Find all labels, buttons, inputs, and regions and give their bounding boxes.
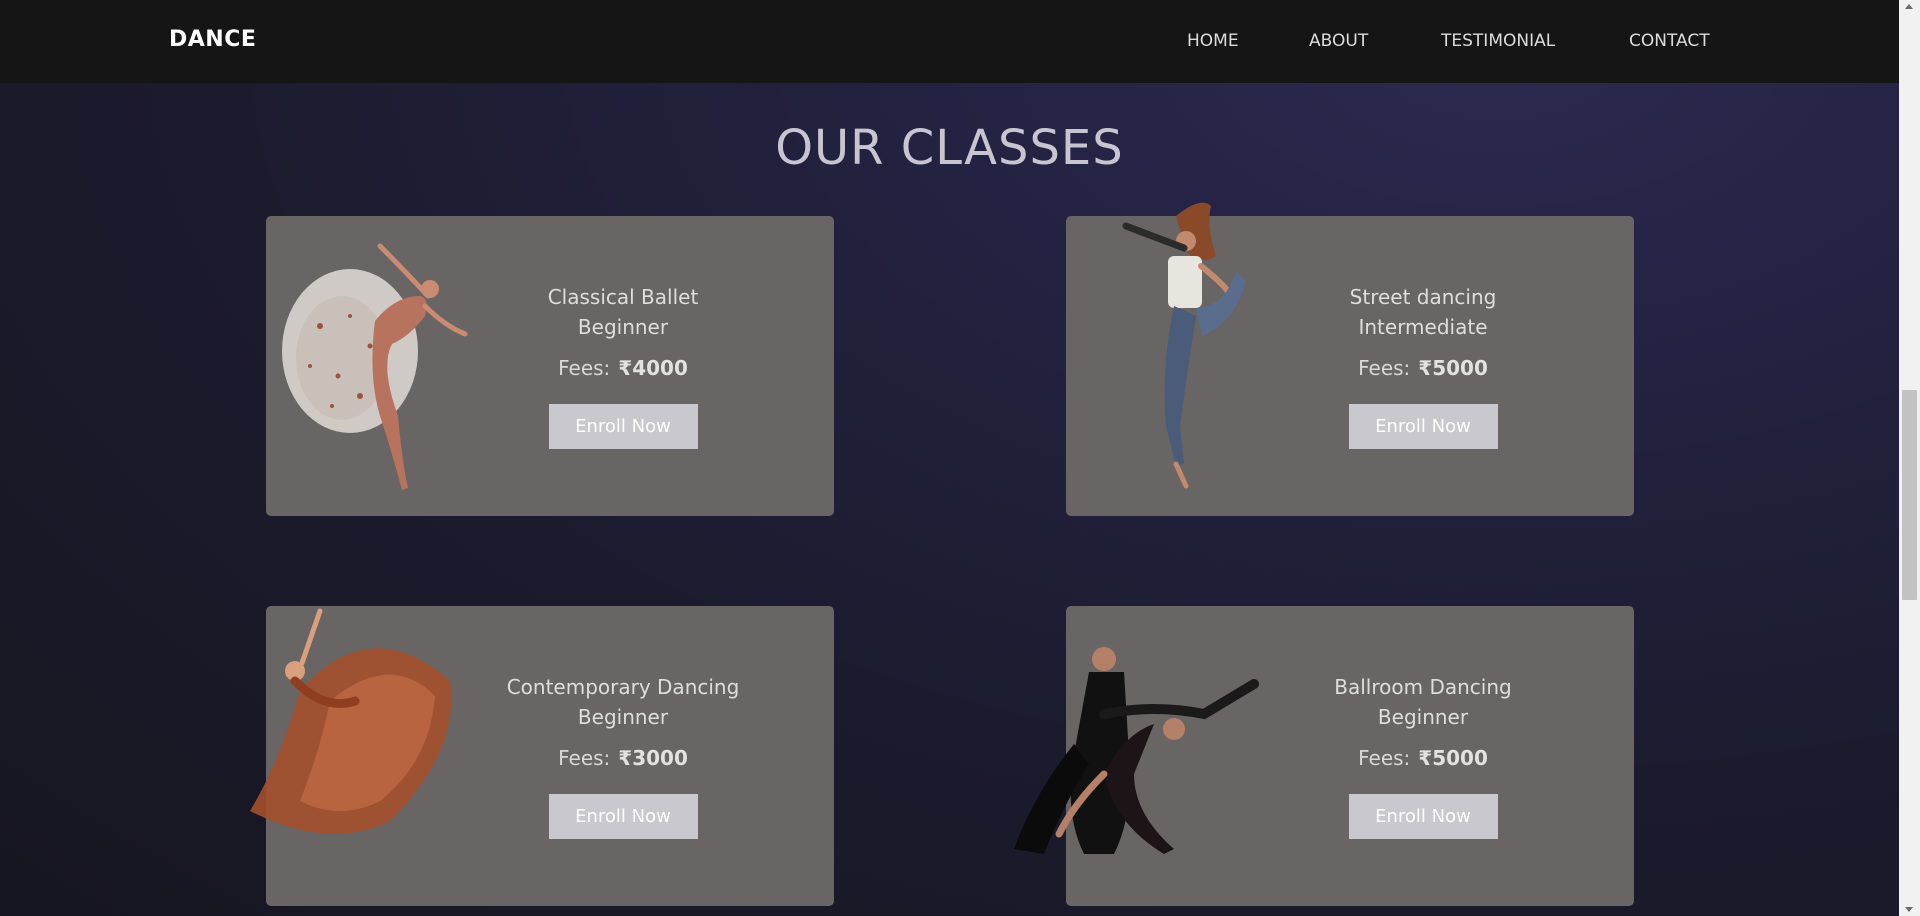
fees-amount: ₹3000 — [618, 746, 688, 770]
fees-label: Fees: — [1358, 356, 1411, 380]
street-dancer-image — [1122, 202, 1246, 489]
ballroom-dancers-image — [1014, 647, 1259, 854]
scroll-down-arrow-icon[interactable] — [1905, 907, 1913, 912]
class-info: Classical Ballet Beginner Fees: ₹4000 Enr… — [478, 282, 768, 449]
contemporary-dancer-image — [250, 608, 452, 834]
fees-row: Fees: ₹5000 — [1278, 356, 1568, 380]
class-name: Street dancing — [1349, 285, 1497, 309]
fees-row: Fees: ₹5000 — [1278, 746, 1568, 770]
vertical-scrollbar[interactable] — [1899, 0, 1920, 916]
nav-link-contact[interactable]: CONTACT — [1629, 31, 1710, 51]
fees-row: Fees: ₹3000 — [478, 746, 768, 770]
enroll-button[interactable]: Enroll Now — [1348, 794, 1498, 839]
nav-link-home[interactable]: HOME — [1187, 31, 1239, 51]
class-name: Classical Ballet — [547, 285, 699, 309]
class-info: Street dancing Intermediate Fees: ₹5000 E… — [1278, 282, 1568, 449]
enroll-button[interactable]: Enroll Now — [548, 794, 698, 839]
class-level: Beginner — [577, 705, 669, 729]
nav-link-testimonial[interactable]: TESTIMONIAL — [1441, 31, 1555, 51]
fees-label: Fees: — [558, 746, 611, 770]
class-level: Beginner — [577, 315, 669, 339]
class-card-contemporary-dancing: Contemporary Dancing Beginner Fees: ₹3000… — [250, 606, 834, 906]
fees-row: Fees: ₹4000 — [478, 356, 768, 380]
scrollbar-thumb[interactable] — [1902, 390, 1917, 600]
enroll-button[interactable]: Enroll Now — [548, 404, 698, 449]
class-name: Contemporary Dancing — [506, 675, 740, 699]
class-card-street-dancing: Street dancing Intermediate Fees: ₹5000 E… — [1066, 202, 1634, 516]
class-card-classical-ballet: Classical Ballet Beginner Fees: ₹4000 Enr… — [266, 216, 834, 516]
fees-amount: ₹5000 — [1418, 356, 1488, 380]
class-level: Intermediate — [1358, 315, 1488, 339]
class-card-ballroom-dancing: Ballroom Dancing Beginner Fees: ₹5000 Enr… — [1014, 606, 1634, 906]
fees-amount: ₹4000 — [618, 356, 688, 380]
class-level: Beginner — [1377, 705, 1469, 729]
class-info: Contemporary Dancing Beginner Fees: ₹3000… — [478, 672, 768, 839]
fees-label: Fees: — [558, 356, 611, 380]
logo[interactable]: DANCE — [169, 27, 256, 52]
section-title: OUR CLASSES — [775, 120, 1124, 176]
fees-label: Fees: — [1358, 746, 1411, 770]
nav-link-about[interactable]: ABOUT — [1309, 31, 1368, 51]
fees-amount: ₹5000 — [1418, 746, 1488, 770]
ballet-dancer-image — [282, 243, 468, 490]
navbar: DANCE HOME ABOUT TESTIMONIAL CONTACT — [0, 0, 1899, 83]
scroll-up-arrow-icon[interactable] — [1905, 4, 1913, 9]
enroll-button[interactable]: Enroll Now — [1348, 404, 1498, 449]
class-name: Ballroom Dancing — [1334, 675, 1512, 699]
class-info: Ballroom Dancing Beginner Fees: ₹5000 Enr… — [1278, 672, 1568, 839]
